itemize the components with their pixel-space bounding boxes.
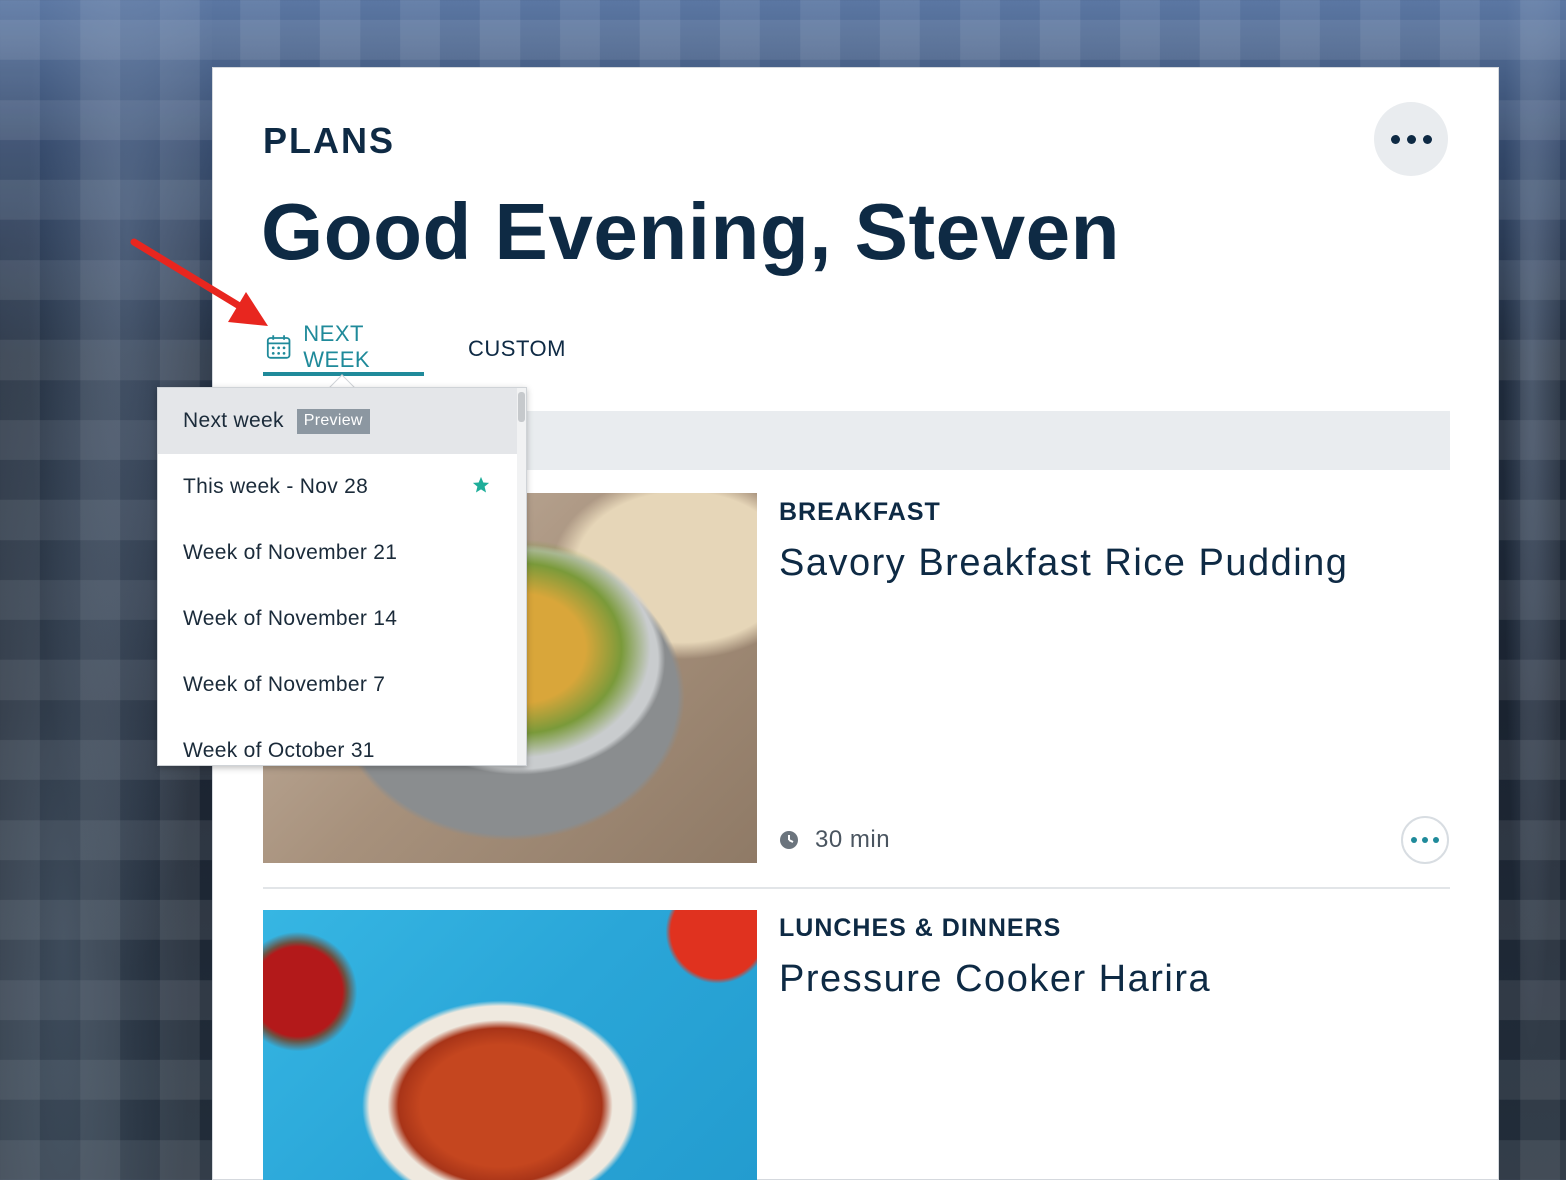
- recipe-more-button[interactable]: [1401, 816, 1449, 864]
- ellipsis-icon: [1411, 837, 1417, 843]
- week-option[interactable]: Week of November 14: [158, 586, 517, 652]
- week-option-label: Week of October 31: [183, 739, 375, 762]
- recipe-title-link[interactable]: Pressure Cooker Harira: [779, 958, 1211, 1001]
- ellipsis-dot: [1406, 134, 1416, 144]
- meal-type-label: LUNCHES & DINNERS: [779, 914, 1062, 942]
- week-dropdown-menu: Next week Preview This week - Nov 28 Wee…: [157, 387, 527, 766]
- week-option-this-week[interactable]: This week - Nov 28: [158, 454, 517, 520]
- greeting-title: Good Evening, Steven: [261, 187, 1121, 276]
- week-option[interactable]: Week of November 7: [158, 652, 517, 718]
- week-option-next-week[interactable]: Next week Preview: [158, 388, 517, 454]
- calendar-icon: [266, 335, 291, 359]
- recipe-time-value: 30 min: [815, 826, 891, 853]
- week-option-label: Next week: [183, 409, 284, 432]
- week-option-label: Week of November 7: [183, 673, 386, 696]
- week-option-label: This week - Nov 28: [183, 475, 369, 498]
- clock-icon: [780, 831, 798, 849]
- recipe-time: 30 min: [779, 826, 890, 854]
- ellipsis-dot: [1422, 837, 1428, 843]
- week-option[interactable]: Week of October 31: [158, 718, 517, 765]
- tab-next-week[interactable]: NEXT WEEK: [263, 321, 424, 376]
- ellipsis-dot: [1433, 837, 1439, 843]
- tab-next-week-label: NEXT WEEK: [303, 321, 371, 372]
- page-section-label: PLANS: [263, 120, 396, 161]
- preview-badge: Preview: [296, 408, 370, 434]
- recipe-divider: [263, 887, 1450, 889]
- dropdown-scrollbar[interactable]: [517, 388, 526, 765]
- dropdown-scroll-thumb[interactable]: [518, 392, 525, 422]
- more-options-button[interactable]: [1374, 102, 1448, 176]
- star-icon: [472, 476, 490, 493]
- tab-custom[interactable]: CUSTOM: [468, 326, 566, 376]
- ellipsis-dot: [1422, 134, 1432, 144]
- tab-custom-label: CUSTOM: [468, 336, 566, 361]
- recipe-image-harira[interactable]: [263, 910, 757, 1180]
- annotation-arrow-icon: [130, 238, 268, 326]
- background-cloth-right: [1498, 0, 1566, 1180]
- week-option-label: Week of November 21: [183, 541, 398, 564]
- meal-type-label: BREAKFAST: [779, 498, 941, 526]
- week-option[interactable]: Week of November 21: [158, 520, 517, 586]
- week-option-label: Week of November 14: [183, 607, 398, 630]
- ellipsis-icon: [1390, 134, 1400, 144]
- recipe-title-link[interactable]: Savory Breakfast Rice Pudding: [779, 542, 1348, 585]
